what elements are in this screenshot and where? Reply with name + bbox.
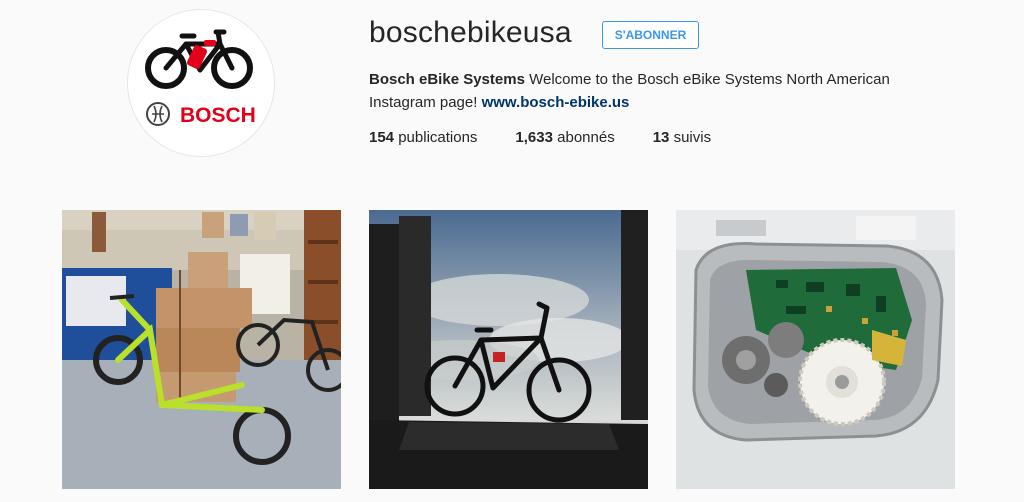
post-tile[interactable] — [62, 210, 341, 489]
profile-display-name: Bosch eBike Systems — [369, 71, 525, 88]
posts-label: publications — [398, 129, 478, 146]
followers-label: abonnés — [557, 129, 615, 146]
profile-website-link[interactable]: www.bosch-ebike.us — [482, 94, 630, 111]
bosch-ebike-logo-icon: BOSCH — [128, 10, 274, 156]
following-count: 13 — [652, 129, 670, 146]
profile-username: boschebikeusa — [369, 16, 572, 49]
bosch-logo-text: BOSCH — [180, 104, 256, 127]
post-tile[interactable] — [369, 210, 648, 489]
posts-count: 154 — [369, 129, 395, 146]
motor-circuit-board-photo-icon — [676, 210, 955, 489]
following-label: suivis — [673, 129, 712, 146]
cargo-bike-shop-photo-icon — [62, 210, 341, 489]
post-tile[interactable] — [676, 210, 955, 489]
profile-avatar[interactable]: BOSCH — [128, 10, 274, 156]
follow-button[interactable]: S'ABONNER — [602, 21, 699, 49]
followers-stat[interactable]: 1,633 abonnés — [515, 129, 614, 146]
profile-bio: Bosch eBike Systems Welcome to the Bosch… — [369, 68, 929, 114]
followers-count: 1,633 — [515, 129, 553, 146]
following-stat[interactable]: 13 suivis — [653, 129, 711, 146]
posts-stat: 154 publications — [369, 129, 477, 146]
bike-silhouette-sky-photo-icon — [369, 210, 648, 489]
profile-stats: 154 publications 1,633 abonnés 13 suivis — [369, 129, 749, 146]
